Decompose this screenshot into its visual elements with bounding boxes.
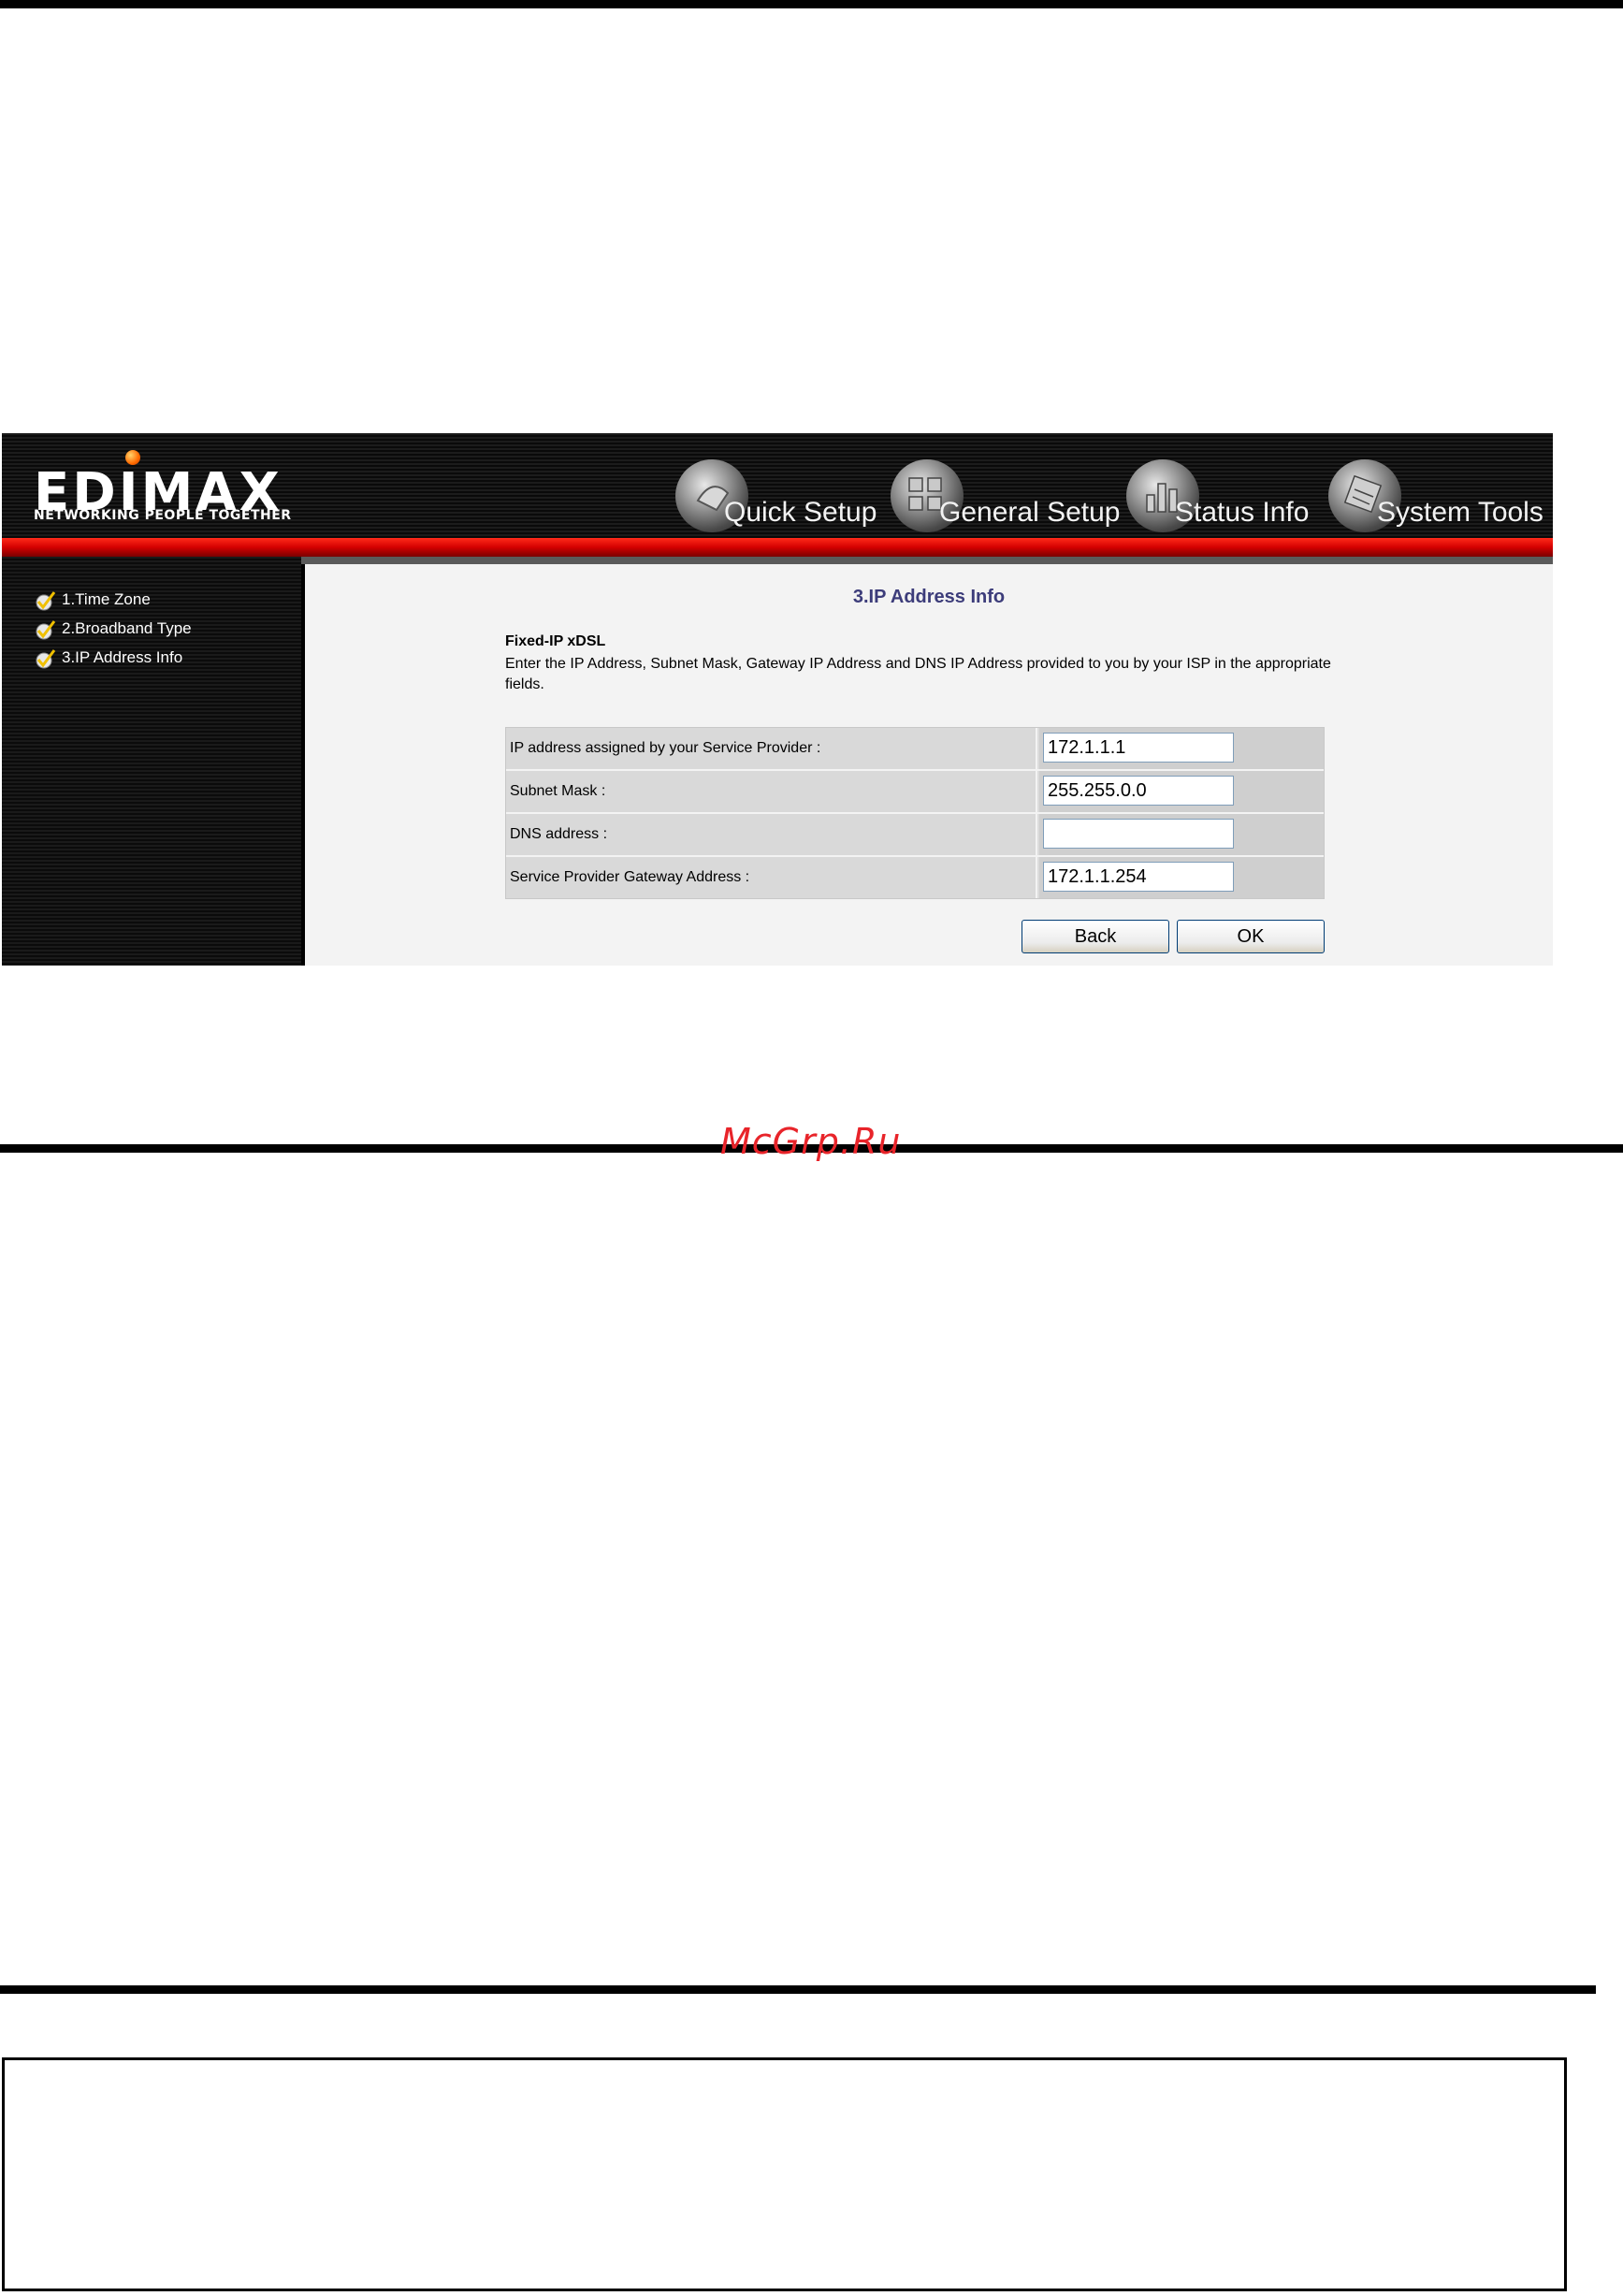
- lower-rule: [0, 1985, 1596, 1994]
- checkmark-icon: [36, 590, 56, 611]
- back-button[interactable]: Back: [1022, 920, 1169, 953]
- form-row-ip-address: IP address assigned by your Service Prov…: [506, 728, 1324, 771]
- nav-label: Quick Setup: [724, 497, 877, 528]
- header-accent-bar: [2, 538, 1553, 557]
- dns-address-cell: [1039, 814, 1324, 855]
- form-row-dns-address: DNS address :: [506, 814, 1324, 857]
- router-admin-screenshot: EDIMAX NETWORKING PEOPLE TOGETHER Quick …: [2, 433, 1553, 966]
- sidebar-item-label: 1.Time Zone: [62, 590, 151, 608]
- subnet-mask-cell: [1039, 771, 1324, 812]
- form-row-subnet-mask: Subnet Mask :: [506, 771, 1324, 814]
- ip-settings-form: IP address assigned by your Service Prov…: [505, 727, 1325, 899]
- checkmark-icon: [36, 648, 56, 669]
- empty-bordered-box: [2, 2057, 1567, 2291]
- subnet-mask-label: Subnet Mask :: [506, 771, 1037, 812]
- sidebar-item-label: 3.IP Address Info: [62, 648, 183, 666]
- sidebar-item-ip-address-info[interactable]: 3.IP Address Info: [34, 647, 182, 669]
- sidebar-item-label: 2.Broadband Type: [62, 619, 192, 637]
- logo-dot-icon: [125, 450, 140, 465]
- dns-address-input[interactable]: [1043, 819, 1234, 849]
- header-shadow: [301, 557, 1553, 564]
- page-title: 3.IP Address Info: [852, 587, 1006, 607]
- ip-address-input[interactable]: [1043, 733, 1234, 763]
- section-heading: Fixed-IP xDSL: [505, 633, 606, 649]
- ok-button[interactable]: OK: [1177, 920, 1325, 953]
- nav-label: Status Info: [1175, 497, 1310, 528]
- gateway-address-label: Service Provider Gateway Address :: [506, 857, 1037, 898]
- section-description: Enter the IP Address, Subnet Mask, Gatew…: [505, 656, 1331, 692]
- watermark-text: McGrp.Ru: [720, 1121, 902, 1162]
- header-bar: EDIMAX NETWORKING PEOPLE TOGETHER Quick …: [2, 433, 1553, 538]
- nav-label: General Setup: [939, 497, 1121, 528]
- sidebar-item-broadband-type[interactable]: 2.Broadband Type: [34, 618, 192, 640]
- gateway-address-cell: [1039, 857, 1324, 898]
- form-row-gateway-address: Service Provider Gateway Address :: [506, 857, 1324, 898]
- content-panel: 3.IP Address Info Fixed-IP xDSL Enter th…: [305, 564, 1553, 966]
- subnet-mask-input[interactable]: [1043, 776, 1234, 806]
- nav-label: System Tools: [1377, 497, 1543, 528]
- gateway-address-input[interactable]: [1043, 862, 1234, 892]
- sidebar-item-time-zone[interactable]: 1.Time Zone: [34, 589, 151, 611]
- brand-tagline: NETWORKING PEOPLE TOGETHER: [34, 508, 292, 523]
- dns-address-label: DNS address :: [506, 814, 1037, 855]
- wizard-sidebar: 1.Time Zone 2.Broadband Type 3.IP Addres…: [2, 557, 301, 966]
- top-rule: [0, 0, 1623, 8]
- ip-address-cell: [1039, 728, 1324, 769]
- checkmark-icon: [36, 619, 56, 640]
- ip-address-label: IP address assigned by your Service Prov…: [506, 728, 1037, 769]
